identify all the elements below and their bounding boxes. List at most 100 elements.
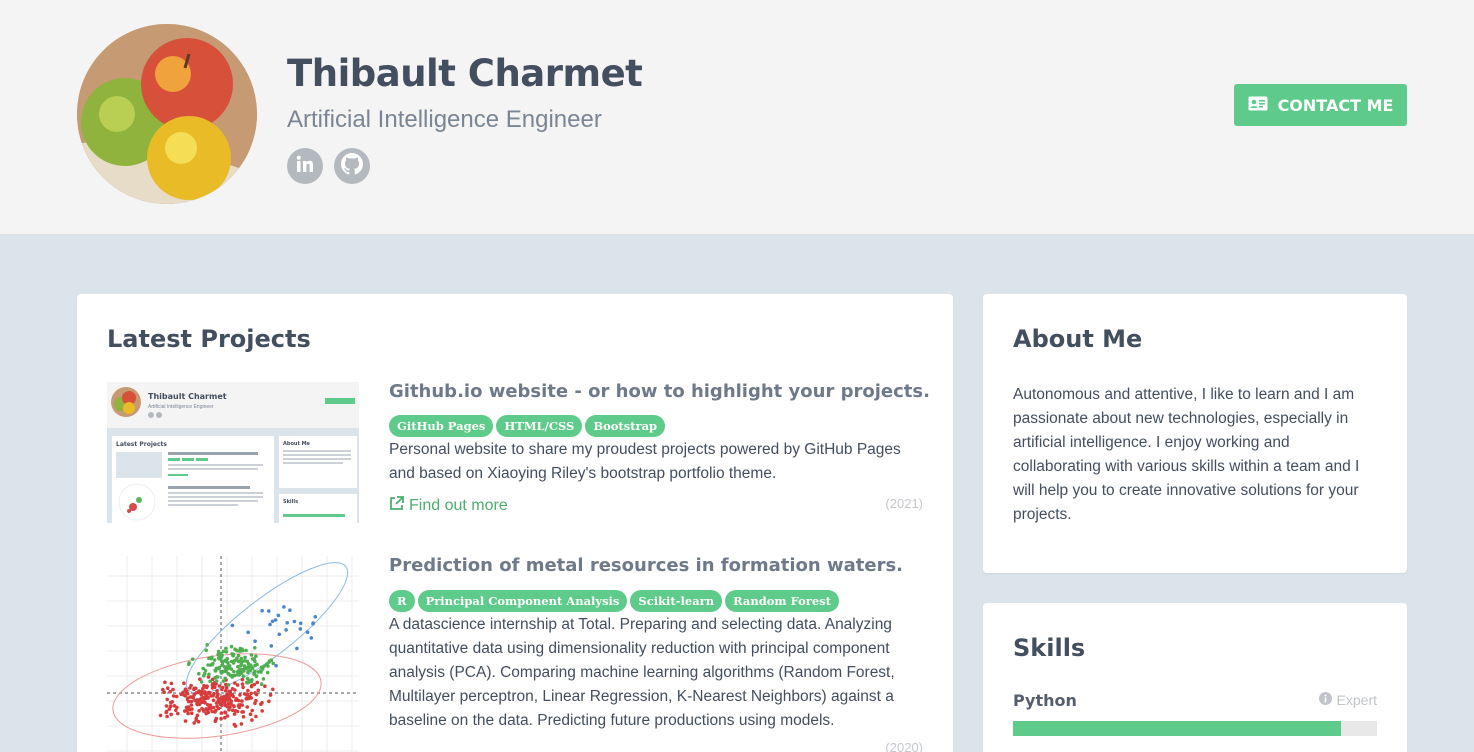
project-title-website[interactable]: Github.io website - or how to highlight … xyxy=(389,381,930,402)
scatter-point xyxy=(197,709,201,713)
scatter-point xyxy=(266,664,270,668)
linkedin-icon xyxy=(296,155,314,178)
scatter-point xyxy=(166,686,170,690)
scatter-point xyxy=(222,701,227,705)
scatter-point xyxy=(295,646,299,651)
linkedin-link[interactable] xyxy=(287,148,323,184)
scatter-point xyxy=(241,710,245,714)
scatter-point xyxy=(245,659,249,664)
scatter-point xyxy=(223,710,227,714)
scatter-point xyxy=(249,696,253,700)
scatter-point xyxy=(163,680,167,685)
scatter-point xyxy=(217,684,222,688)
scatter-point xyxy=(200,706,204,711)
scatter-point xyxy=(211,705,216,710)
scatter-point xyxy=(259,682,264,686)
scatter-point xyxy=(174,694,179,699)
scatter-point xyxy=(220,687,224,692)
profile-avatar xyxy=(77,24,257,204)
scatter-point xyxy=(250,718,254,722)
scatter-point xyxy=(204,693,209,698)
scatter-point xyxy=(199,680,204,684)
scatter-point xyxy=(217,667,221,671)
svg-text:Artificial Intelligence Engine: Artificial Intelligence Engineer xyxy=(148,404,214,410)
github-link[interactable] xyxy=(334,148,370,184)
scatter-point xyxy=(298,627,303,631)
scatter-point xyxy=(239,722,244,726)
scatter-point xyxy=(169,712,173,717)
scatter-point xyxy=(211,661,215,666)
scatter-point xyxy=(226,683,231,687)
scatter-point xyxy=(305,630,310,634)
contact-me-button[interactable]: CONTACT ME xyxy=(1234,84,1407,126)
scatter-point xyxy=(182,693,186,697)
scatter-point xyxy=(235,709,240,714)
tag-pca: Principal Component Analysis xyxy=(417,590,628,612)
scatter-point xyxy=(236,704,241,708)
scatter-point xyxy=(238,646,243,651)
scatter-point xyxy=(277,632,282,637)
scatter-point xyxy=(309,636,314,640)
scatter-point xyxy=(196,719,201,724)
about-me-section: About Me Autonomous and attentive, I lik… xyxy=(983,294,1407,573)
about-me-text: Autonomous and attentive, I like to lear… xyxy=(1013,386,1360,523)
scatter-point xyxy=(204,707,208,711)
scatter-point xyxy=(190,707,194,711)
scatter-point xyxy=(240,682,245,686)
scatter-point xyxy=(221,649,226,654)
scatter-point xyxy=(211,698,216,703)
scatter-point xyxy=(261,677,266,681)
find-out-more-link[interactable]: Find out more xyxy=(389,496,508,516)
scatter-point xyxy=(216,656,221,660)
github-icon xyxy=(341,152,363,180)
svg-text:Latest Projects: Latest Projects xyxy=(116,441,167,448)
contact-me-label: CONTACT ME xyxy=(1277,95,1394,115)
scatter-point xyxy=(197,671,201,676)
scatter-point xyxy=(227,707,231,712)
scatter-point xyxy=(202,700,207,704)
skill-name-python: Python xyxy=(1013,691,1077,710)
project-thumbnail-pca-plot[interactable] xyxy=(107,556,359,752)
project-description-metal-prediction: A datascience internship at Total. Prepa… xyxy=(389,616,895,729)
scatter-point xyxy=(269,644,274,648)
scatter-point xyxy=(183,719,188,723)
scatter-point xyxy=(241,715,246,719)
scatter-point xyxy=(215,689,219,693)
scatter-point xyxy=(231,694,236,699)
scatter-points xyxy=(158,605,318,728)
scatter-point xyxy=(298,621,303,626)
header: Thibault Charmet Artificial Intelligence… xyxy=(0,0,1474,234)
id-card-icon xyxy=(1248,96,1268,115)
skill-level-python[interactable]: Expert xyxy=(1318,692,1377,708)
scatter-point xyxy=(255,680,260,685)
scatter-point xyxy=(190,711,194,715)
scatter-point xyxy=(224,650,229,654)
svg-text:Thibault Charmet: Thibault Charmet xyxy=(148,392,227,401)
project-title-metal-prediction[interactable]: Prediction of metal resources in formati… xyxy=(389,555,903,576)
project-tags-website: GitHub Pages HTML/CSS Bootstrap xyxy=(389,415,666,437)
scatter-point xyxy=(169,681,174,686)
scatter-point xyxy=(210,709,214,714)
project-thumbnail-website[interactable]: Thibault Charmet Artificial Intelligence… xyxy=(107,382,359,523)
scatter-point xyxy=(222,665,227,669)
scatter-point xyxy=(226,697,230,702)
scatter-point xyxy=(194,716,199,720)
scatter-point xyxy=(232,712,237,716)
scatter-point xyxy=(226,665,231,669)
scatter-point xyxy=(255,662,259,667)
scatter-point xyxy=(216,706,221,711)
scatter-point xyxy=(215,675,219,679)
scatter-point xyxy=(229,644,234,649)
profile-name: Thibault Charmet xyxy=(287,52,643,95)
scatter-point xyxy=(219,711,224,715)
scatter-point xyxy=(188,686,192,690)
tag-bootstrap: Bootstrap xyxy=(585,415,666,437)
scatter-point xyxy=(192,687,196,692)
scatter-point xyxy=(250,666,255,671)
scatter-point xyxy=(201,666,205,671)
scatter-point xyxy=(249,691,253,696)
scatter-point xyxy=(253,639,257,643)
scatter-point xyxy=(200,689,204,694)
scatter-point xyxy=(234,658,239,662)
scatter-point xyxy=(224,646,228,651)
